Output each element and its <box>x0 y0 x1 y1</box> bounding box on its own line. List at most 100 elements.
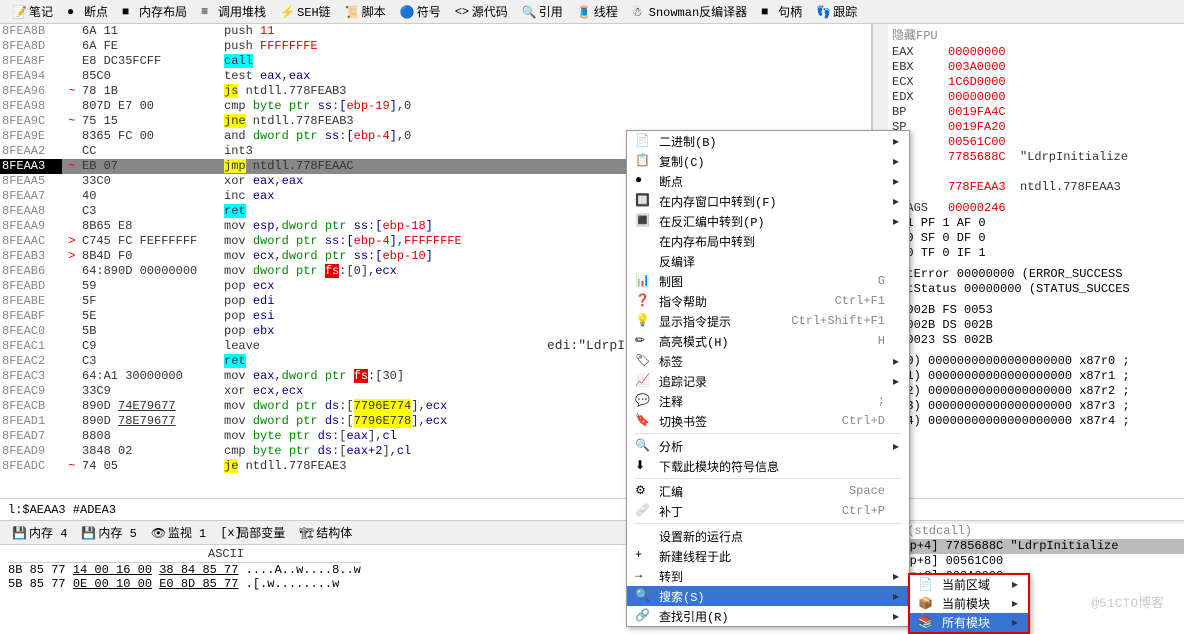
toolbar-icon: 🧵 <box>577 5 591 19</box>
last-status: astStatus 00000000 (STATUS_SUCCES <box>892 282 1184 297</box>
menu-注释[interactable]: 💬注释; <box>627 391 909 411</box>
disasm-row[interactable]: 8FEA98807D E7 00cmp byte ptr ss:[ebp-19]… <box>0 99 871 114</box>
menu-icon: → <box>635 568 653 584</box>
command-line[interactable]: l:$AEAA3 #ADEA3 <box>0 498 1184 520</box>
toolbar-源代码[interactable]: <>源代码 <box>449 1 514 22</box>
toolbar-脚本[interactable]: 📜脚本 <box>339 1 392 22</box>
register-row[interactable]: ECX1C6D0000 <box>892 75 1184 90</box>
menu-汇编[interactable]: ⚙汇编Space <box>627 481 909 501</box>
menu-下载此模块的符号信息[interactable]: ⬇下载此模块的符号信息 <box>627 456 909 476</box>
toolbar-内存布局[interactable]: ■内存布局 <box>116 1 193 22</box>
disasm-row[interactable]: 8FEA8B6A 11push 11 <box>0 24 871 39</box>
menu-高亮模式(H)[interactable]: ✏高亮模式(H)H <box>627 331 909 351</box>
menu-转到[interactable]: →转到▸ <box>627 566 909 586</box>
chevron-right-icon: ▸ <box>893 134 901 149</box>
disasm-row[interactable]: 8FEA8D6A FEpush FFFFFFFE <box>0 39 871 54</box>
menu-复制(C)[interactable]: 📋复制(C)▸ <box>627 151 909 171</box>
menu-制图[interactable]: 📊制图G <box>627 271 909 291</box>
menu-断点[interactable]: ●断点▸ <box>627 171 909 191</box>
chevron-right-icon: ▸ <box>893 154 901 169</box>
toolbar-icon: 🔍 <box>522 5 536 19</box>
chevron-right-icon: ▸ <box>893 354 901 369</box>
toolbar-符号[interactable]: 🔵符号 <box>394 1 447 22</box>
menu-在内存窗口中转到(F)[interactable]: 🔲在内存窗口中转到(F)▸ <box>627 191 909 211</box>
register-row[interactable]: IP778FEAA3ntdll.778FEAA3 <box>892 180 1184 195</box>
menu-在内存布局中转到[interactable]: 在内存布局中转到 <box>627 231 909 251</box>
menu-icon: ● <box>635 173 653 189</box>
tab-内存 4[interactable]: 💾内存 4 <box>6 522 73 543</box>
register-row[interactable]: SI00561C00 <box>892 135 1184 150</box>
context-menu[interactable]: 📄二进制(B)▸📋复制(C)▸●断点▸🔲在内存窗口中转到(F)▸🔳在反汇编中转到… <box>626 130 910 627</box>
toolbar-icon: 👣 <box>816 5 830 19</box>
tab-结构体[interactable]: 🏗结构体 <box>293 522 358 543</box>
toolbar-SEH链[interactable]: ⚡SEH链 <box>274 1 337 22</box>
menu-icon: 💡 <box>635 313 653 329</box>
toolbar-断点[interactable]: ●断点 <box>61 1 114 22</box>
menu-指令帮助[interactable]: ❓指令帮助Ctrl+F1 <box>627 291 909 311</box>
menu-显示指令提示[interactable]: 💡显示指令提示Ctrl+Shift+F1 <box>627 311 909 331</box>
menu-icon: 🔗 <box>635 608 653 624</box>
menu-二进制(B)[interactable]: 📄二进制(B)▸ <box>627 131 909 151</box>
submenu-当前模块[interactable]: 📦当前模块▸ <box>910 594 1028 613</box>
toolbar-笔记[interactable]: 📝笔记 <box>6 1 59 22</box>
toolbar-句柄[interactable]: ■句柄 <box>755 1 808 22</box>
menu-icon: 🔲 <box>635 193 653 209</box>
disasm-row[interactable]: 8FEA9485C0test eax,eax <box>0 69 871 84</box>
menu-icon: 💬 <box>635 393 653 409</box>
chevron-right-icon: ▸ <box>893 609 901 624</box>
chevron-right-icon: ▸ <box>893 569 901 584</box>
menu-切换书签[interactable]: 🔖切换书签Ctrl+D <box>627 411 909 431</box>
menu-icon: 🔍 <box>635 438 653 454</box>
register-row[interactable]: EAX00000000 <box>892 45 1184 60</box>
search-submenu[interactable]: 📄当前区域▸📦当前模块▸📚所有模块▸ <box>908 573 1030 634</box>
tab-内存 5[interactable]: 💾内存 5 <box>75 522 142 543</box>
menu-分析[interactable]: 🔍分析▸ <box>627 436 909 456</box>
menu-icon: 🔳 <box>635 213 653 229</box>
dump-row[interactable]: 8B 85 77 14 00 16 00 38 84 85 77 ....A..… <box>8 563 361 577</box>
register-row[interactable]: SP0019FA20 <box>892 120 1184 135</box>
main-toolbar: 📝笔记●断点■内存布局≡调用堆栈⚡SEH链📜脚本🔵符号<>源代码🔍引用🧵线程☃S… <box>0 0 1184 24</box>
toolbar-线程[interactable]: 🧵线程 <box>571 1 624 22</box>
menu-icon <box>635 528 653 544</box>
register-row[interactable] <box>892 165 1184 180</box>
register-row[interactable]: DI7785688C"LdrpInitialize <box>892 150 1184 165</box>
disasm-row[interactable]: 8FEA96~78 1Bjs ntdll.778FEAB3 <box>0 84 871 99</box>
menu-icon: ❓ <box>635 293 653 309</box>
chevron-right-icon: ▸ <box>893 589 901 604</box>
toolbar-icon: ■ <box>761 5 775 19</box>
menu-搜索(S)[interactable]: 🔍搜索(S)▸ <box>627 586 909 606</box>
menu-补丁[interactable]: 🩹补丁Ctrl+P <box>627 501 909 521</box>
toolbar-icon: 📜 <box>345 5 359 19</box>
disasm-row[interactable]: 8FEA9C~75 15jne ntdll.778FEAB3 <box>0 114 871 129</box>
menu-设置新的运行点[interactable]: 设置新的运行点 <box>627 526 909 546</box>
toolbar-引用[interactable]: 🔍引用 <box>516 1 569 22</box>
register-row[interactable]: BP0019FA4C <box>892 105 1184 120</box>
toolbar-icon: ≡ <box>201 5 215 19</box>
toolbar-调用堆栈[interactable]: ≡调用堆栈 <box>195 1 272 22</box>
hide-fpu-label[interactable]: 隐藏FPU <box>892 24 1184 45</box>
toolbar-跟踪[interactable]: 👣跟踪 <box>810 1 863 22</box>
submenu-所有模块[interactable]: 📚所有模块▸ <box>910 613 1028 632</box>
menu-追踪记录[interactable]: 📈追踪记录▸ <box>627 371 909 391</box>
disasm-row[interactable]: 8FEA8FE8 DC35FCFFcall <box>0 54 871 69</box>
register-row[interactable]: EDX00000000 <box>892 90 1184 105</box>
registers-view[interactable]: 隐藏FPU EAX00000000EBX003A0000ECX1C6D0000E… <box>888 24 1184 498</box>
menu-标签[interactable]: 🏷标签▸ <box>627 351 909 371</box>
toolbar-Snowman反编译器[interactable]: ☃Snowman反编译器 <box>626 1 753 22</box>
menu-icon: + <box>635 548 653 564</box>
menu-反编译[interactable]: 反编译 <box>627 251 909 271</box>
toolbar-icon: ⚡ <box>280 5 294 19</box>
chevron-right-icon: ▸ <box>893 374 901 389</box>
register-row[interactable]: EBX003A0000 <box>892 60 1184 75</box>
submenu-当前区域[interactable]: 📄当前区域▸ <box>910 575 1028 594</box>
menu-icon: 📈 <box>635 373 653 389</box>
menu-icon: 🔍 <box>635 588 653 604</box>
dump-row[interactable]: 5B 85 77 0E 00 10 00 E0 8D 85 77 .[.w...… <box>8 577 361 591</box>
tab-局部变量[interactable]: [x]局部变量 <box>214 522 291 543</box>
menu-icon: ⬇ <box>635 458 653 474</box>
menu-查找引用(R)[interactable]: 🔗查找引用(R)▸ <box>627 606 909 626</box>
menu-在反汇编中转到(P)[interactable]: 🔳在反汇编中转到(P)▸ <box>627 211 909 231</box>
menu-icon: 📊 <box>635 273 653 289</box>
menu-新建线程于此[interactable]: +新建线程于此 <box>627 546 909 566</box>
tab-监视 1[interactable]: 👁监视 1 <box>145 522 212 543</box>
